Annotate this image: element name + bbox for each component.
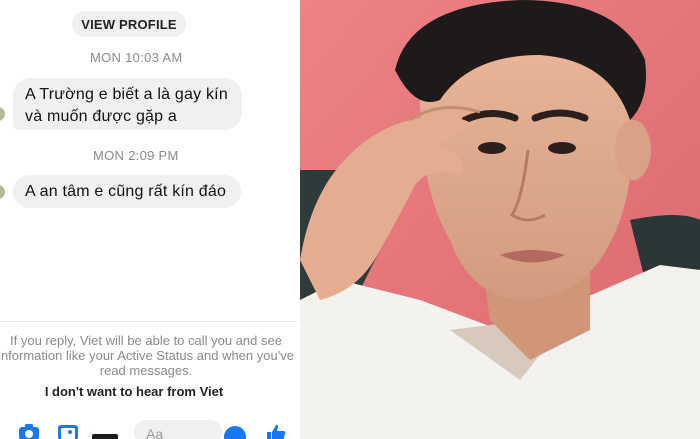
message-request-footer: If you reply, Viet will be able to call … (0, 321, 298, 439)
ignore-sender-button[interactable]: I don't want to hear from Viet (0, 384, 268, 399)
portrait-photo (300, 0, 700, 439)
message-bubble[interactable]: A an tâm e cũng rất kín đáo (13, 175, 241, 208)
view-profile-button[interactable]: VIEW PROFILE (72, 11, 186, 37)
eye (478, 142, 506, 154)
reply-notice: If you reply, Viet will be able to call … (0, 333, 294, 378)
message-timestamp: MON 10:03 AM (90, 50, 183, 65)
sender-avatar[interactable] (0, 185, 5, 199)
thumbs-up-icon[interactable] (266, 424, 286, 439)
camera-icon[interactable] (18, 424, 40, 439)
image-icon[interactable] (57, 424, 79, 439)
composer-toolbar: Aa (0, 420, 298, 439)
portrait-illustration (300, 0, 700, 439)
sender-avatar[interactable] (0, 107, 5, 121)
message-timestamp: MON 2:09 PM (93, 148, 179, 163)
emoji-icon[interactable] (224, 426, 246, 439)
microphone-icon[interactable] (92, 434, 118, 439)
eye (548, 142, 576, 154)
messenger-conversation: VIEW PROFILE MON 10:03 AM A Trường e biế… (0, 0, 298, 439)
message-input[interactable]: Aa (134, 420, 222, 439)
message-bubble[interactable]: A Trường e biết a là gay kín và muốn đượ… (13, 78, 242, 130)
ear (615, 120, 651, 180)
